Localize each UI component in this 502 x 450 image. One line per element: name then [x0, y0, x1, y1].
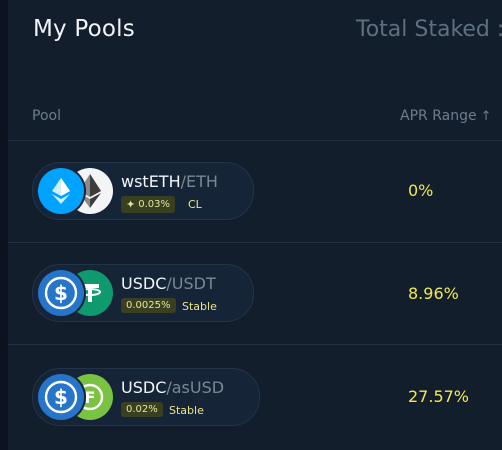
- quote-token: /USDT: [166, 274, 216, 293]
- svg-text:F: F: [85, 388, 96, 407]
- apr-value: 0%: [408, 181, 434, 200]
- sparkle-icon: ✦: [126, 198, 136, 211]
- fee-value: 0.03%: [138, 199, 170, 210]
- apr-column-header[interactable]: APR Range ↑: [400, 108, 491, 124]
- usdc-icon: $: [38, 374, 84, 420]
- pool-pill[interactable]: wstETH/ETH ✦ 0.03% CL: [32, 162, 254, 220]
- table-row[interactable]: wstETH/ETH ✦ 0.03% CL 0%: [8, 140, 502, 243]
- wsteth-icon: [38, 168, 84, 214]
- pool-type: Stable: [169, 404, 204, 417]
- quote-token: /ETH: [180, 172, 218, 191]
- apr-column-label: APR Range: [400, 108, 477, 124]
- fee-badge: ✦ 0.03%: [121, 196, 175, 213]
- pool-pair: wstETH/ETH: [121, 172, 218, 191]
- usdc-icon: $: [38, 270, 84, 316]
- apr-value: 8.96%: [408, 284, 459, 303]
- base-token: USDC: [121, 378, 167, 397]
- table-row[interactable]: $ USDC/USDT 0.0025% Stable 8.96%: [8, 242, 502, 345]
- pool-pair: USDC/asUSD: [121, 378, 224, 397]
- pools-panel: My Pools Total Staked : Pool APR Range ↑: [8, 0, 502, 450]
- fee-value: 0.02%: [126, 404, 158, 415]
- page-title: My Pools: [33, 16, 135, 42]
- fee-value: 0.0025%: [126, 300, 171, 311]
- arrow-up-icon[interactable]: ↑: [481, 109, 492, 124]
- pool-type: CL: [188, 198, 202, 211]
- fee-badge: 0.02%: [121, 402, 163, 417]
- total-staked-label: Total Staked :: [356, 17, 502, 42]
- pool-pair: USDC/USDT: [121, 274, 216, 293]
- svg-text:$: $: [54, 385, 68, 409]
- pool-column-header: Pool: [32, 108, 61, 124]
- quote-token: /asUSD: [166, 378, 225, 397]
- base-token: USDC: [121, 274, 167, 293]
- apr-value: 27.57%: [408, 387, 470, 406]
- base-token: wstETH: [121, 172, 181, 191]
- pool-type: Stable: [182, 300, 217, 313]
- fee-badge: 0.0025%: [121, 298, 176, 313]
- pool-pill[interactable]: F $ USDC/asUSD 0.02% Stable: [32, 368, 260, 426]
- pool-pill[interactable]: $ USDC/USDT 0.0025% Stable: [32, 264, 254, 322]
- svg-text:$: $: [54, 281, 68, 305]
- table-row[interactable]: F $ USDC/asUSD 0.02% Stable 27.57%: [8, 344, 502, 447]
